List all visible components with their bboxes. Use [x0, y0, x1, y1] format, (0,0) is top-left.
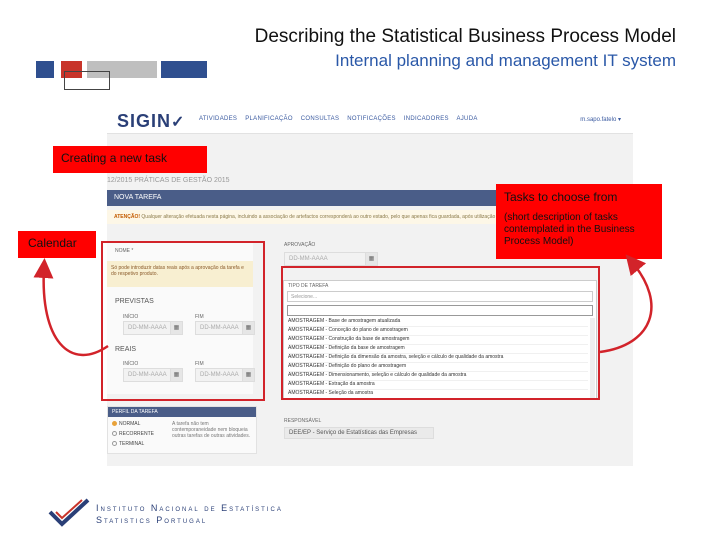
- footer-statistics-portugal: Statistics Portugal: [96, 515, 208, 525]
- ine-logo-icon: [48, 498, 90, 527]
- arrow-tasks: [599, 254, 653, 354]
- callout-arrows: [33, 254, 653, 357]
- footer-institute-name: Instituto Nacional de Estatística: [96, 503, 283, 513]
- arrow-calendar: [33, 258, 109, 357]
